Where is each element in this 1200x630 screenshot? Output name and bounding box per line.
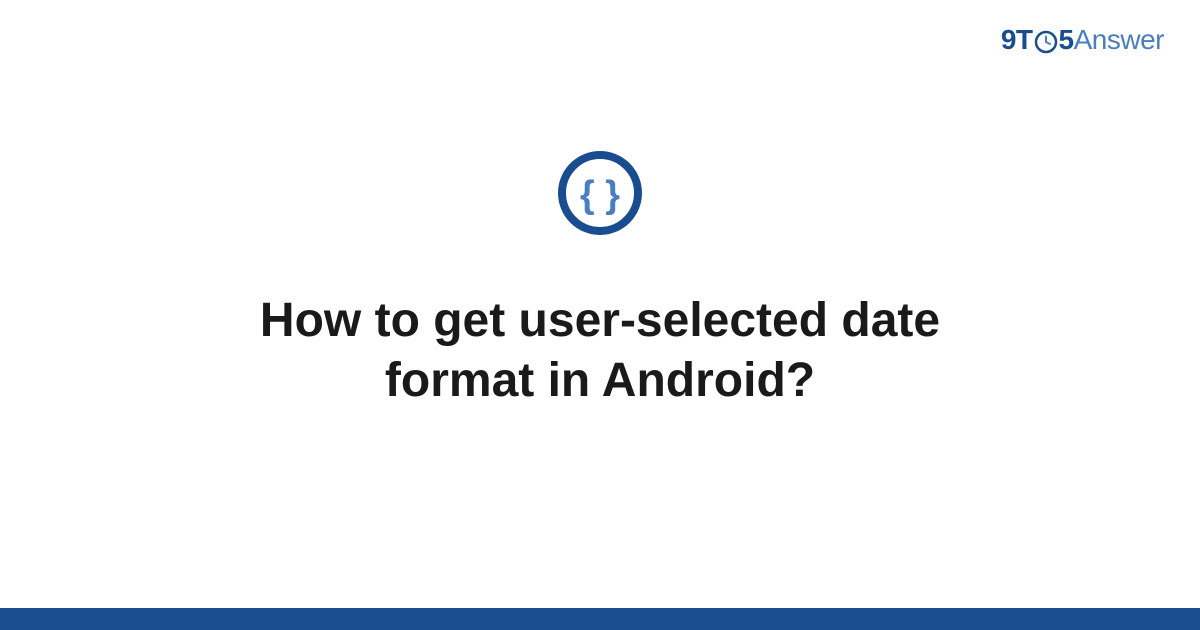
svg-text:{ }: { } — [580, 174, 620, 216]
code-braces-icon: { } — [557, 150, 643, 241]
bottom-accent-bar — [0, 608, 1200, 630]
main-content: { } How to get user-selected date format… — [0, 0, 1200, 630]
question-title: How to get user-selected date format in … — [150, 291, 1050, 411]
